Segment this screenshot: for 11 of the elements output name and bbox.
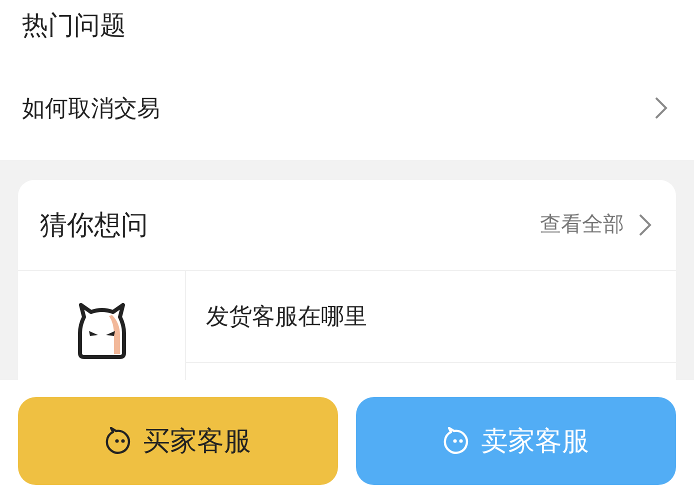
- chevron-right-icon: [654, 96, 668, 120]
- smiley-icon: [443, 427, 471, 455]
- chevron-right-icon: [638, 213, 652, 237]
- question-link[interactable]: 发货客服在哪里: [206, 299, 367, 334]
- question-item[interactable]: 如何取消交易: [22, 56, 672, 160]
- card-title: 猜你想问: [40, 208, 148, 242]
- devil-mascot-icon: [76, 303, 128, 359]
- view-all-link[interactable]: 查看全部: [540, 209, 652, 241]
- buyer-service-button[interactable]: 买家客服: [18, 397, 338, 485]
- smiley-icon: [105, 427, 133, 455]
- section-title: 热门问题: [22, 9, 127, 42]
